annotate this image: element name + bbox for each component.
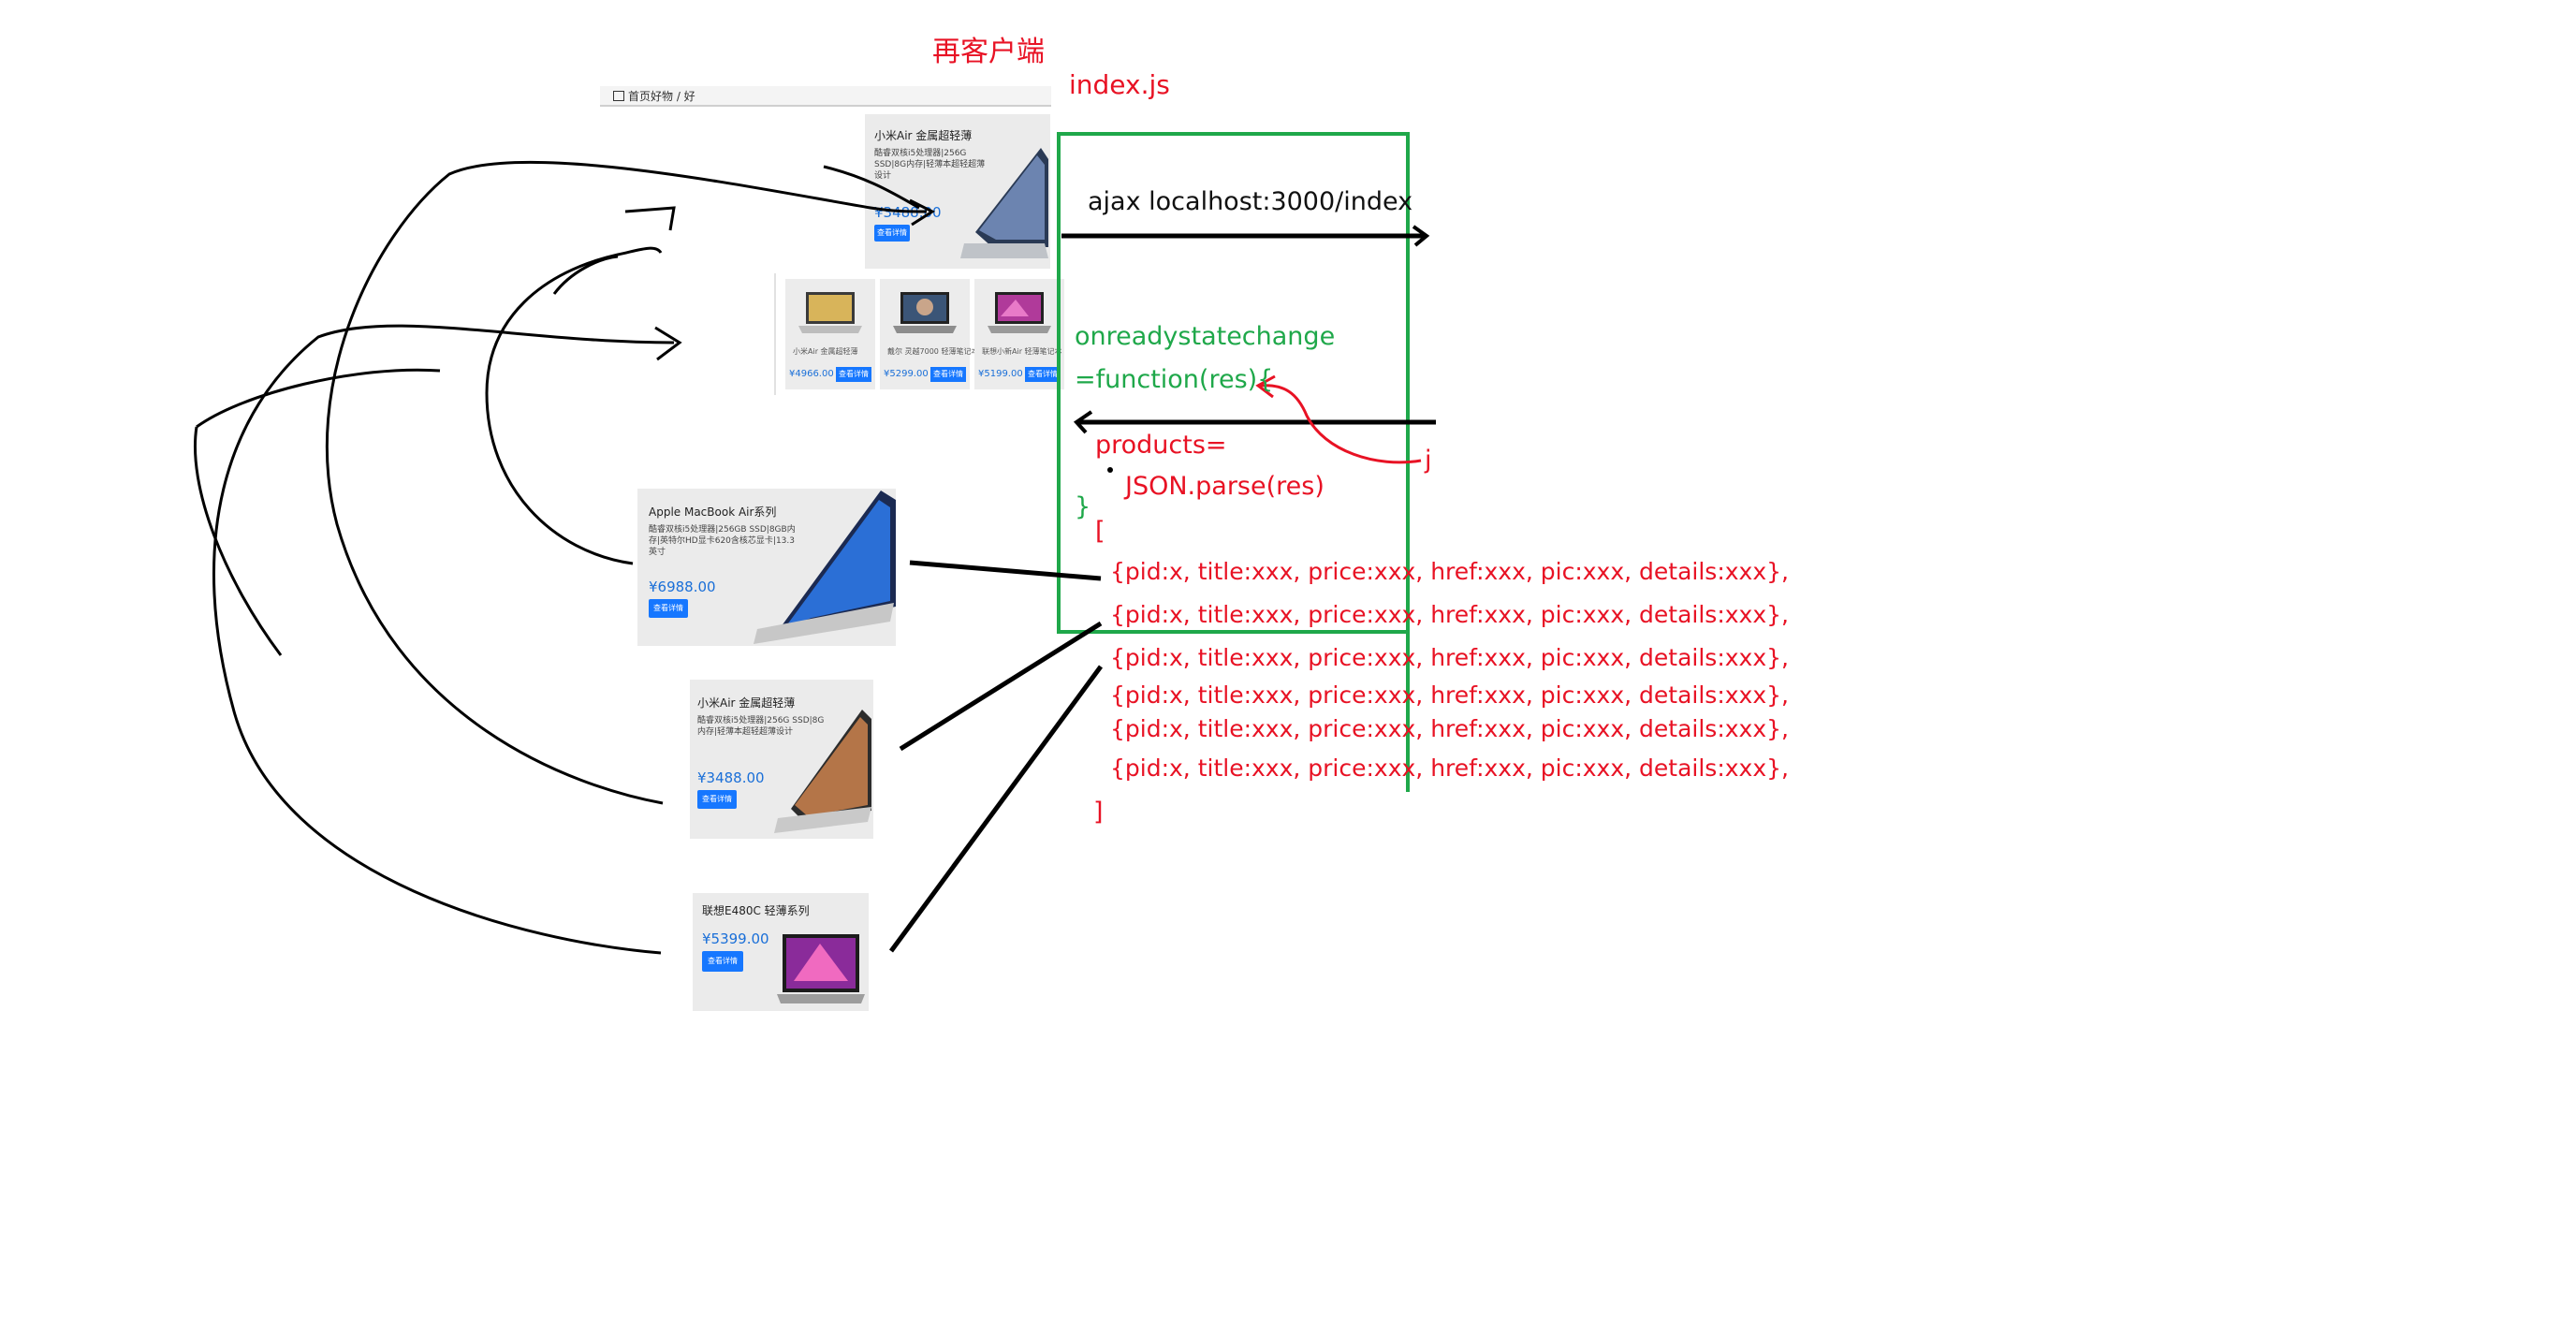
curve-arrow-4-tail	[193, 426, 283, 656]
object-line: {pid:x, title:xxx, price:xxx, href:xxx, …	[1110, 715, 1789, 742]
object-line: {pid:x, title:xxx, price:xxx, href:xxx, …	[1110, 681, 1789, 709]
close-brace: }	[1075, 492, 1091, 521]
close-bracket: ]	[1093, 798, 1104, 827]
products-label: products=	[1095, 431, 1227, 460]
bullet-dot	[1107, 467, 1113, 473]
object-line: {pid:x, title:xxx, price:xxx, href:xxx, …	[1110, 558, 1789, 585]
curve-arrow-1	[325, 160, 928, 805]
curve-arrow-2	[212, 324, 675, 955]
object-line: {pid:x, title:xxx, price:xxx, href:xxx, …	[1110, 644, 1789, 671]
open-bracket: [	[1095, 517, 1105, 546]
json-parse-label: JSON.parse(res)	[1125, 472, 1325, 501]
curve-arrow-4	[196, 368, 441, 429]
curve-arrow-3	[485, 246, 663, 565]
object-line: {pid:x, title:xxx, price:xxx, href:xxx, …	[1110, 754, 1789, 782]
function-label: =function(res){	[1075, 365, 1274, 394]
link-line-3	[888, 665, 1104, 953]
object-line: {pid:x, title:xxx, price:xxx, href:xxx, …	[1110, 601, 1789, 628]
j-label: j	[1425, 446, 1432, 475]
ajax-label: ajax localhost:3000/index	[1088, 187, 1413, 216]
link-line-2	[899, 621, 1103, 752]
link-line-1	[909, 560, 1102, 581]
curve-arrowhead-1b	[624, 206, 676, 231]
onreadystatechange-label: onreadystatechange	[1075, 322, 1336, 351]
